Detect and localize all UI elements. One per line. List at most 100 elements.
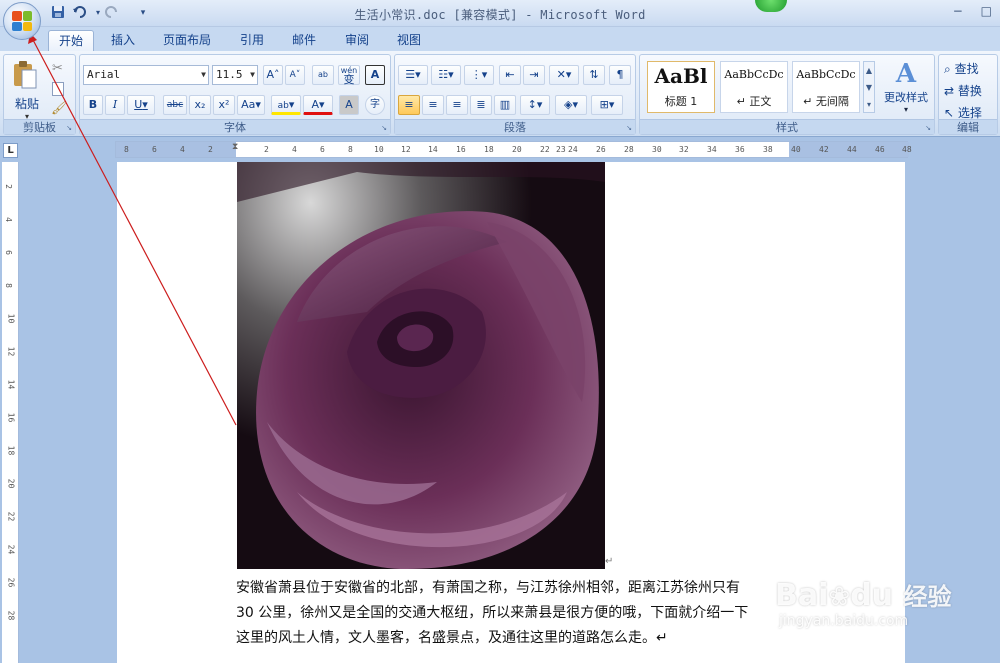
shrink-font-button[interactable]: A˅ [285, 65, 305, 85]
strikethrough-button[interactable]: abc [163, 95, 187, 115]
style-normal[interactable]: AaBbCcDc ↵ 正文 [720, 61, 788, 113]
underline-button[interactable]: U▾ [127, 95, 155, 115]
ruler-tick-label: 34 [707, 145, 717, 154]
tab-view[interactable]: 视图 [387, 30, 431, 51]
indent-marker-icon[interactable]: ⧗ [232, 142, 238, 152]
replace-icon: ⇄ [944, 84, 955, 98]
font-launcher-icon[interactable]: ↘ [381, 124, 387, 132]
bullets-button[interactable]: ☰▾ [398, 65, 428, 85]
char-shading-icon: A [345, 98, 353, 111]
font-size-combo[interactable]: 11.5 ▼ [212, 65, 258, 85]
show-marks-button[interactable]: ¶ [609, 65, 631, 85]
char-border-icon: A [370, 68, 380, 81]
char-shading-button[interactable]: A [339, 95, 359, 115]
enclose-char-button[interactable]: 字 [365, 95, 385, 115]
redo-icon[interactable] [104, 5, 120, 21]
clipboard-launcher-icon[interactable]: ↘ [66, 124, 72, 132]
tab-mailings[interactable]: 邮件 [282, 30, 326, 51]
vertical-ruler[interactable]: 2 4 6 8 10 12 14 16 18 20 22 24 26 28 [2, 162, 19, 663]
distributed-button[interactable]: ▥ [494, 95, 516, 115]
ruler-tick-label: 42 [819, 145, 829, 154]
office-logo-icon [12, 11, 32, 31]
styles-group-label: 样式 [640, 119, 934, 134]
customize-qat-icon[interactable]: ▾ [135, 5, 151, 21]
office-button[interactable] [3, 2, 41, 40]
change-styles-button[interactable]: A 更改样式 ▾ [878, 59, 934, 117]
paste-icon [14, 61, 37, 89]
change-case-button[interactable]: Aa▾ [237, 95, 265, 115]
subscript-button[interactable]: x₂ [189, 95, 211, 115]
styles-group: AaBl 标题 1 AaBbCcDc ↵ 正文 AaBbCcDc ↵ 无间隔 ▲… [639, 54, 935, 135]
align-center-button[interactable]: ≡ [422, 95, 444, 115]
italic-button[interactable]: I [105, 95, 125, 115]
paw-icon: ❀ [828, 582, 851, 612]
paragraph-line: 这里的风土人情，文人墨客，名盛景点，及通往这里的道路怎么走。↵ [236, 630, 668, 646]
editing-group: ⌕ 查找 ⇄ 替换 ↖ 选择 编辑 [938, 54, 998, 135]
ruler-tick-label: 32 [679, 145, 689, 154]
rose-image[interactable] [237, 162, 605, 569]
font-color-icon: A [311, 98, 319, 111]
align-right-button[interactable]: ≡ [446, 95, 468, 115]
paste-button[interactable]: 粘贴 ▾ [12, 60, 42, 121]
ruler-tick-label: 4 [180, 145, 185, 154]
style-name: ↵ 正文 [736, 95, 772, 108]
tab-page-layout[interactable]: 页面布局 [153, 30, 221, 51]
paragraph-line: 30 公里，徐州又是全国的交通大枢纽，所以来萧县是很方便的哦，下面就介绍一下 [236, 605, 749, 621]
numbering-button[interactable]: ☷▾ [431, 65, 461, 85]
style-heading1[interactable]: AaBl 标题 1 [647, 61, 715, 113]
increase-indent-button[interactable]: ⇥ [523, 65, 545, 85]
cursor-icon: ↖ [944, 106, 955, 120]
chinese-layout-button[interactable]: ✕▾ [549, 65, 579, 85]
document-paragraph[interactable]: 安徽省萧县位于安徽省的北部，有萧国之称，与江苏徐州相邻，距离江苏徐州只有 30 … [236, 576, 791, 651]
ruler-tick-label: 10 [6, 313, 16, 324]
justify-button[interactable]: ≣ [470, 95, 492, 115]
horizontal-ruler[interactable]: ⧗ 8 6 4 2 2 4 6 8 10 12 14 16 18 20 22 23 24 26 28 30 32 34 36… [115, 141, 912, 158]
font-name-combo[interactable]: Arial ▼ [83, 65, 209, 85]
tab-selector-button[interactable]: L [3, 143, 18, 158]
styles-launcher-icon[interactable]: ↘ [925, 124, 931, 132]
shrink-font-icon: A [289, 70, 296, 80]
cut-icon[interactable]: ✂ [52, 61, 63, 76]
sort-button[interactable]: ⇅ [583, 65, 605, 85]
bold-button[interactable]: B [83, 95, 103, 115]
tab-insert[interactable]: 插入 [101, 30, 145, 51]
find-label: 查找 [954, 62, 979, 76]
style-no-spacing[interactable]: AaBbCcDc ↵ 无间隔 [792, 61, 860, 113]
borders-button[interactable]: ⊞▾ [591, 95, 623, 115]
decrease-indent-button[interactable]: ⇤ [499, 65, 521, 85]
phonetic-guide-button[interactable]: wén 变 [338, 65, 360, 85]
replace-button[interactable]: ⇄ 替换 [944, 82, 982, 99]
underline-icon: U [134, 98, 143, 111]
grow-font-icon: A [266, 68, 275, 81]
tab-home[interactable]: 开始 [48, 30, 95, 51]
style-sample: AaBbCcDc [796, 68, 856, 81]
find-button[interactable]: ⌕ 查找 [944, 60, 979, 77]
ruler-tick-label: 6 [320, 145, 325, 154]
ruler-tick-label: 14 [6, 379, 16, 390]
superscript-button[interactable]: x² [213, 95, 235, 115]
style-name: 标题 1 [664, 95, 698, 108]
multilevel-list-button[interactable]: ⋮▾ [464, 65, 494, 85]
styles-scroll[interactable]: ▲ ▼ ▾ [863, 61, 875, 113]
clear-format-button[interactable]: ab [312, 65, 334, 85]
tab-review[interactable]: 审阅 [335, 30, 379, 51]
copy-icon[interactable] [52, 82, 64, 96]
tab-references[interactable]: 引用 [230, 30, 274, 51]
format-painter-icon[interactable]: 🖌 [51, 101, 68, 116]
ruler-tick-label: 8 [348, 145, 353, 154]
undo-icon[interactable] [72, 5, 88, 21]
shading-button[interactable]: ◈▾ [555, 95, 587, 115]
minimize-button[interactable]: − [953, 4, 963, 18]
ruler-tick-label: 24 [6, 544, 16, 555]
paragraph-launcher-icon[interactable]: ↘ [626, 124, 632, 132]
font-color-button[interactable]: A▾ [303, 95, 333, 115]
char-border-button[interactable]: A [365, 65, 385, 85]
highlight-button[interactable]: ab▾ [271, 95, 301, 115]
grow-font-button[interactable]: A˄ [263, 65, 283, 85]
ruler-tick-label: 22 [6, 511, 16, 522]
save-icon[interactable] [50, 5, 66, 21]
editing-group-label: 编辑 [939, 119, 997, 134]
line-spacing-button[interactable]: ↕▾ [520, 95, 550, 115]
maximize-button[interactable]: □ [981, 4, 992, 18]
align-left-button[interactable]: ≡ [398, 95, 420, 115]
